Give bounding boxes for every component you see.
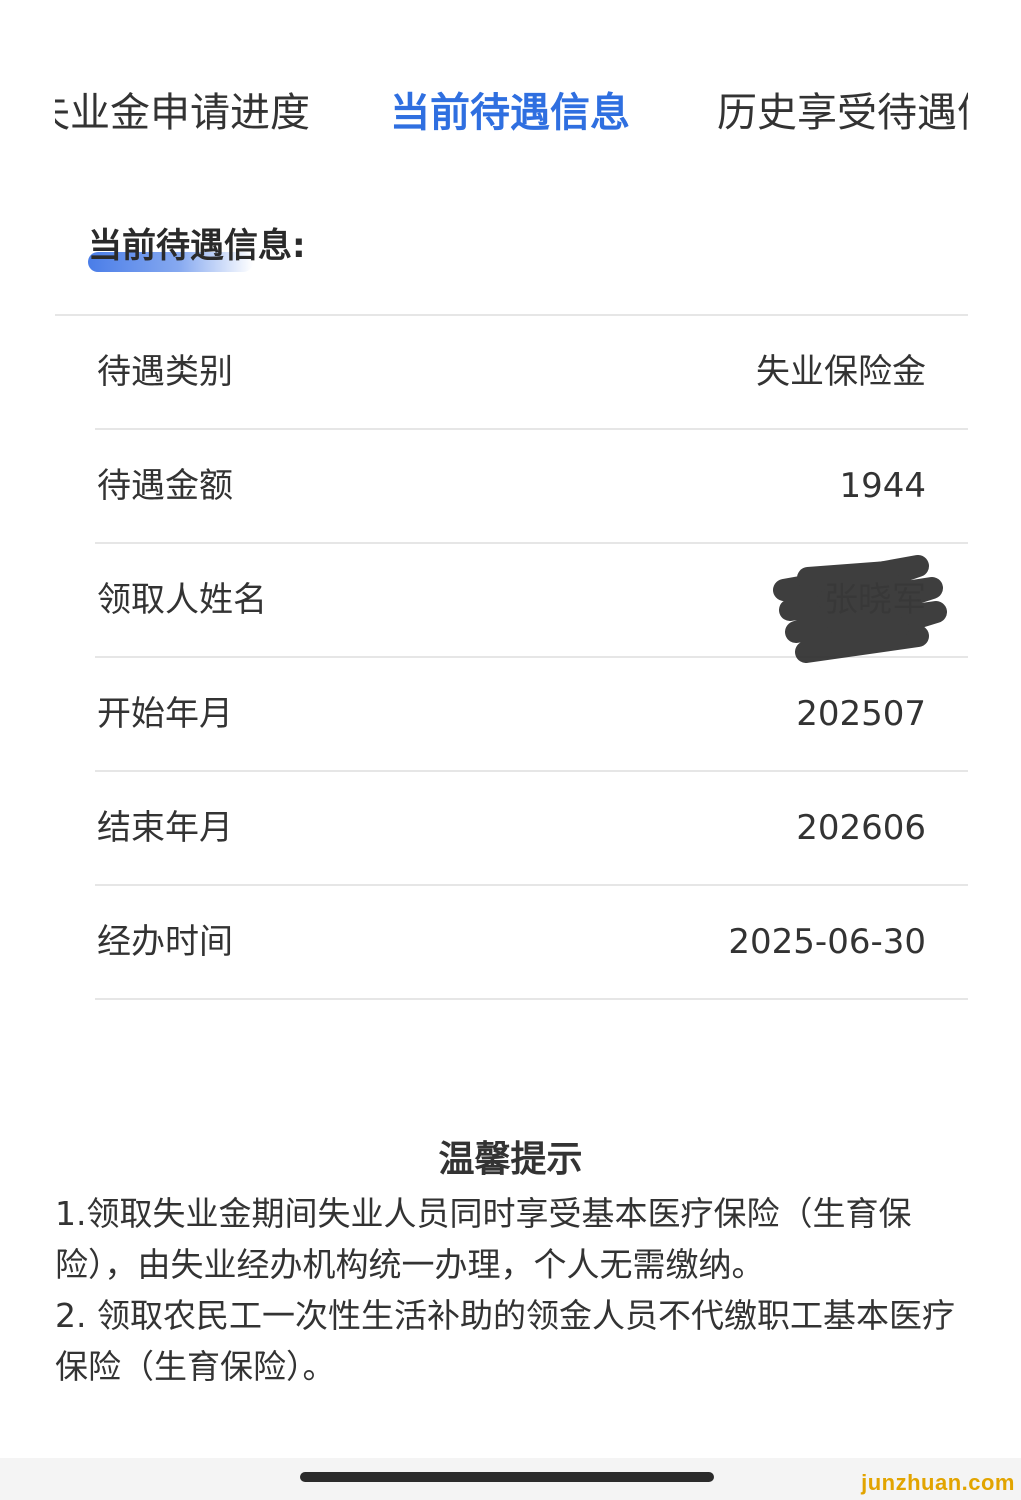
tips-body: 1.领取失业金期间失业人员同时享受基本医疗保险（生育保险），由失业经办机构统一办… xyxy=(55,1188,975,1392)
info-row-end-month: 结束年月 202606 xyxy=(95,772,968,886)
row-value: 202606 xyxy=(796,808,926,848)
row-label: 开始年月 xyxy=(97,694,233,734)
row-label: 待遇金额 xyxy=(97,466,233,506)
info-row-benefit-amount: 待遇金额 1944 xyxy=(95,430,968,544)
section-title: 当前待遇信息: xyxy=(88,226,306,266)
tips-title: 温馨提示 xyxy=(438,1139,583,1180)
info-row-recipient-name: 领取人姓名 张晓军 xyxy=(95,544,968,663)
section-header: 当前待遇信息: xyxy=(88,222,306,282)
row-value: 2025-06-30 xyxy=(728,922,926,962)
benefit-info-list: 待遇类别 失业保险金 待遇金额 1944 领取人姓名 张晓军 开始年月 2025… xyxy=(95,316,968,1000)
tab-benefit-history[interactable]: 历史享受待遇信息 xyxy=(717,86,968,140)
row-label: 结束年月 xyxy=(97,808,233,848)
watermark: junzhuan.com xyxy=(861,1470,1015,1495)
row-value: 失业保险金 xyxy=(756,352,926,392)
tab-current-benefit-info[interactable]: 当前待遇信息 xyxy=(390,86,630,140)
tab-bar: 失业金申请进度 当前待遇信息 历史享受待遇信息 xyxy=(55,80,968,150)
row-label: 经办时间 xyxy=(97,922,233,962)
row-label: 领取人姓名 xyxy=(97,580,267,620)
tab-application-progress[interactable]: 失业金申请进度 xyxy=(55,86,310,140)
info-row-processing-date: 经办时间 2025-06-30 xyxy=(95,886,968,1000)
tip-item: 2. 领取农民工一次性生活补助的领金人员不代缴职工基本医疗保险（生育保险）。 xyxy=(55,1296,955,1386)
row-label: 待遇类别 xyxy=(97,352,233,392)
row-value: 1944 xyxy=(839,466,926,506)
info-row-benefit-type: 待遇类别 失业保险金 xyxy=(95,316,968,430)
tip-item: 1.领取失业金期间失业人员同时享受基本医疗保险（生育保险），由失业经办机构统一办… xyxy=(55,1194,912,1284)
home-indicator[interactable] xyxy=(300,1472,714,1482)
row-value: 202507 xyxy=(796,694,926,734)
redaction-scribble xyxy=(773,555,947,663)
info-row-start-month: 开始年月 202507 xyxy=(95,658,968,772)
